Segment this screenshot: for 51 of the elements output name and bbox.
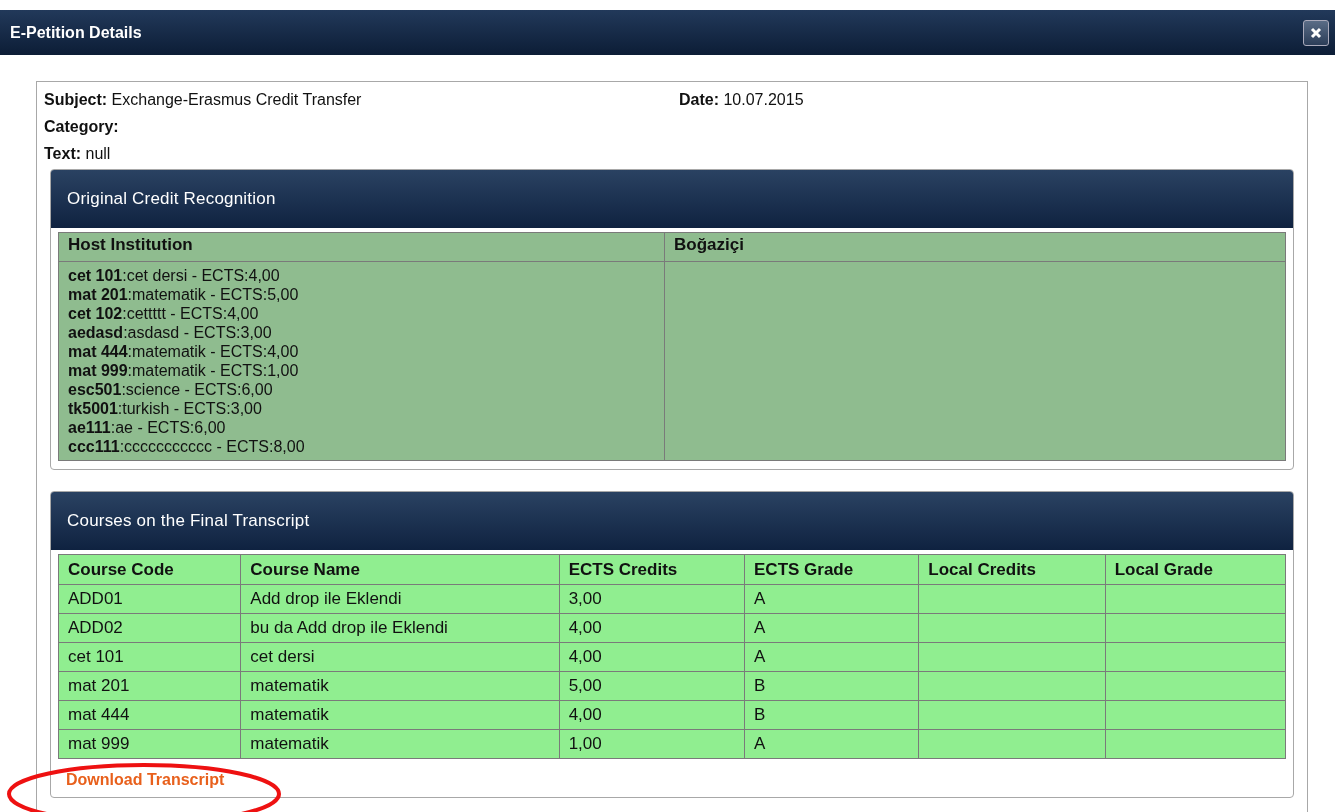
table-cell: matematik <box>240 671 560 701</box>
table-cell: A <box>744 584 919 614</box>
column-header: Local Grade <box>1105 554 1286 585</box>
table-cell: A <box>744 642 919 672</box>
column-header: ECTS Grade <box>744 554 919 585</box>
column-header: Host Institution <box>58 232 665 262</box>
table-cell: 4,00 <box>559 700 745 730</box>
table-cell: 4,00 <box>559 613 745 643</box>
detail-field: Text: null <box>44 140 679 167</box>
table-cell: cet dersi <box>240 642 560 672</box>
panel-title: Original Credit Recognition <box>67 189 276 209</box>
table-cell: matematik <box>240 700 560 730</box>
table-cell: bu da Add drop ile Eklendi <box>240 613 560 643</box>
column-header: Course Code <box>58 554 241 585</box>
table-cell: B <box>744 700 919 730</box>
detail-field: Date: 10.07.2015 <box>679 86 1294 113</box>
table-cell: 1,00 <box>559 729 745 759</box>
course-entry: mat 444:matematik - ECTS:4,00 <box>68 342 300 361</box>
course-entry: esc501:science - ECTS:6,00 <box>68 380 274 399</box>
table-cell: mat 999 <box>58 729 241 759</box>
table-cell: mat 444 <box>58 700 241 730</box>
table-cell: A <box>744 613 919 643</box>
course-entry: cet 102:cettttt - ECTS:4,00 <box>68 304 260 323</box>
window-title: E-Petition Details <box>10 23 142 42</box>
table-cell: B <box>744 671 919 701</box>
course-entry: aedasd:asdasd - ECTS:3,00 <box>68 323 273 342</box>
table-cell: mat 201 <box>58 671 241 701</box>
detail-field: Subject: Exchange-Erasmus Credit Transfer <box>44 86 679 113</box>
column-header: Boğaziçi <box>664 232 1286 262</box>
panel-title: Courses on the Final Transcript <box>67 511 310 531</box>
close-button[interactable] <box>1303 19 1329 46</box>
table-cell: 5,00 <box>559 671 745 701</box>
course-entry: ccc111:ccccccccccc - ECTS:8,00 <box>68 437 306 456</box>
course-entry: mat 999:matematik - ECTS:1,00 <box>68 361 300 380</box>
column-header: Local Credits <box>918 554 1106 585</box>
detail-field: Category: <box>44 113 679 140</box>
course-entry: tk5001:turkish - ECTS:3,00 <box>68 399 263 418</box>
course-entry: cet 101:cet dersi - ECTS:4,00 <box>68 266 281 285</box>
table-cell: Add drop ile Eklendi <box>240 584 560 614</box>
course-entry: mat 201:matematik - ECTS:5,00 <box>68 285 300 304</box>
table-cell: 3,00 <box>559 584 745 614</box>
table-cell: cet 101 <box>58 642 241 672</box>
column-header: ECTS Credits <box>559 554 745 585</box>
table-cell: matematik <box>240 729 560 759</box>
column-header: Course Name <box>240 554 560 585</box>
table-cell: ADD02 <box>58 613 241 643</box>
table-cell: A <box>744 729 919 759</box>
close-icon <box>1309 25 1323 40</box>
course-entry: ae111:ae - ECTS:6,00 <box>68 418 227 437</box>
table-cell: 4,00 <box>559 642 745 672</box>
table-cell: ADD01 <box>58 584 241 614</box>
